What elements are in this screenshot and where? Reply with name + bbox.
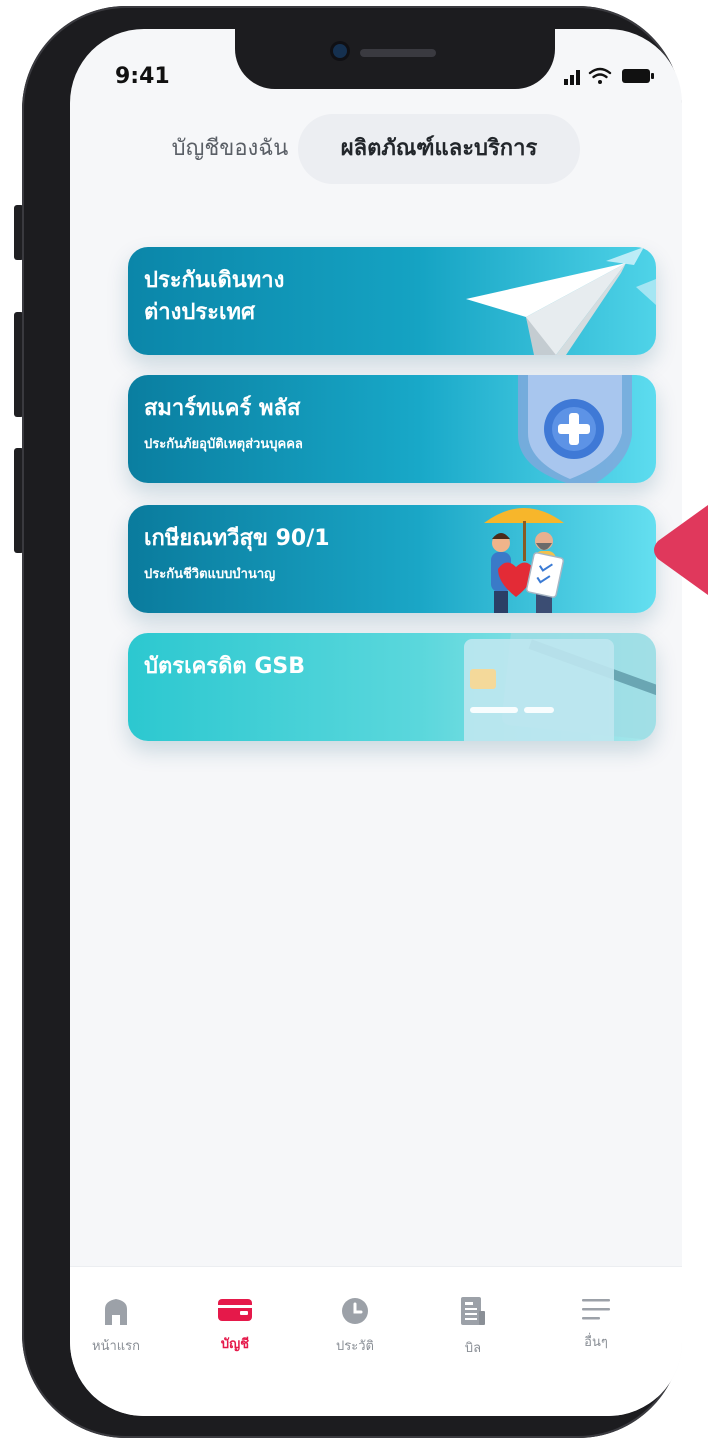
nav-accounts[interactable]: บัญชี [195, 1297, 275, 1354]
card-title: สมาร์ทแคร์ พลัส [144, 396, 301, 421]
nav-history[interactable]: ประวัติ [315, 1297, 395, 1356]
nav-label: อื่นๆ [584, 1335, 608, 1350]
menu-icon [582, 1299, 610, 1320]
battery-icon [622, 69, 654, 83]
wifi-icon [588, 67, 612, 84]
nav-more[interactable]: อื่นๆ [556, 1297, 636, 1352]
bill-icon [461, 1297, 485, 1325]
card-title: บัตรเครดิต GSB [144, 654, 306, 679]
phone-frame: 9:41 บัญชีของฉัน ผลิตภัณฑ์และบริการ ประก… [22, 6, 682, 1438]
nav-label: ประวัติ [336, 1339, 374, 1354]
camera-icon [333, 44, 347, 58]
nav-home[interactable]: หน้าแรก [76, 1297, 156, 1356]
card-travel-insurance[interactable]: ประกันเดินทาง ต่างประเทศ [128, 247, 656, 355]
retirement-couple-icon [484, 508, 565, 613]
shield-plus-icon [518, 375, 632, 483]
clock-icon [342, 1298, 368, 1324]
tab-my-accounts[interactable]: บัญชีของฉัน [140, 114, 320, 184]
tab-products-services[interactable]: ผลิตภัณฑ์และบริการ [298, 114, 580, 184]
card-subtitle: ประกันภัยอุบัติเหตุส่วนบุคคล [144, 437, 303, 452]
nav-label: บัญชี [220, 1337, 250, 1352]
card-gsb-credit-card[interactable]: บัตรเครดิต GSB [128, 633, 656, 741]
app-screen: 9:41 บัญชีของฉัน ผลิตภัณฑ์และบริการ ประก… [70, 29, 682, 1416]
home-icon [105, 1299, 127, 1325]
card-title: เกษียณทวีสุข 90/1 [144, 526, 330, 551]
status-time: 9:41 [115, 64, 170, 89]
card-subtitle: ประกันชีวิตแบบบำนาญ [144, 567, 276, 582]
nav-label: หน้าแรก [92, 1339, 140, 1354]
status-icons [564, 67, 654, 85]
card-retirement-annuity[interactable]: เกษียณทวีสุข 90/1 ประกันชีวิตแบบบำนาญ [128, 505, 656, 613]
card-title: ประกันเดินทาง ต่างประเทศ [144, 268, 285, 325]
nav-bills[interactable]: บิล [433, 1297, 513, 1358]
paper-plane-icon [466, 247, 656, 355]
signal-icon [564, 70, 580, 85]
credit-card-icon [464, 633, 656, 741]
bottom-nav: หน้าแรก บัญชี ประวัติ บิล อื่นๆ [70, 1266, 682, 1416]
card-smart-care-plus[interactable]: สมาร์ทแคร์ พลัส ประกันภัยอุบัติเหตุส่วนบ… [128, 375, 656, 483]
speaker-grille [360, 49, 436, 57]
pointer-arrow-icon [654, 505, 708, 595]
nav-label: บิล [464, 1341, 482, 1356]
wallet-icon [218, 1299, 252, 1321]
notch [235, 29, 555, 89]
